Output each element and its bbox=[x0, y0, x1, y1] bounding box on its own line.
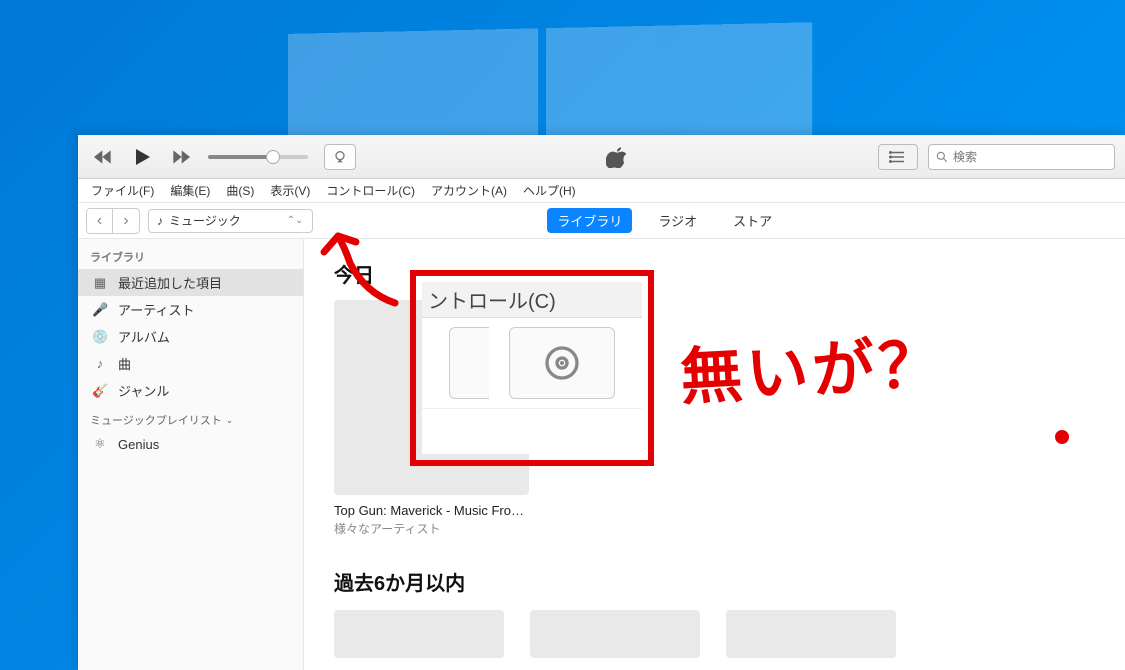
sidebar-item-albums[interactable]: 💿 アルバム bbox=[78, 323, 303, 350]
list-view-button[interactable] bbox=[878, 144, 918, 170]
annotation-dot bbox=[1055, 430, 1069, 444]
sidebar-item-artists[interactable]: 🎤 アーティスト bbox=[78, 296, 303, 323]
sidebar-item-label: Genius bbox=[118, 437, 159, 452]
album-artwork[interactable] bbox=[726, 610, 896, 658]
apple-logo-icon bbox=[356, 146, 878, 168]
next-track-button[interactable] bbox=[164, 143, 196, 171]
album-icon: 💿 bbox=[92, 329, 108, 345]
nav-row: ‹ › ♪ ミュージック ⌃⌄ ライブラリ ラジオ ストア bbox=[78, 203, 1125, 239]
player-bar bbox=[78, 135, 1125, 179]
annotation-menu-fragment: ントロール(C) bbox=[422, 282, 642, 318]
cd-icon bbox=[542, 343, 582, 383]
sidebar-item-label: 曲 bbox=[118, 354, 131, 373]
tab-radio[interactable]: ラジオ bbox=[648, 208, 707, 233]
album-artist: 様々なアーティスト bbox=[334, 520, 529, 537]
sidebar-item-genres[interactable]: 🎸 ジャンル bbox=[78, 377, 303, 404]
chevron-down-icon: ⌄ bbox=[226, 415, 234, 426]
source-selector[interactable]: ♪ ミュージック ⌃⌄ bbox=[148, 209, 313, 233]
microphone-icon: 🎤 bbox=[92, 302, 108, 318]
menu-account[interactable]: アカウント(A) bbox=[424, 180, 514, 201]
chevron-updown-icon: ⌃⌄ bbox=[287, 215, 304, 226]
grid-icon: ▦ bbox=[92, 275, 108, 291]
note-icon: ♪ bbox=[92, 356, 108, 371]
source-label: ミュージック bbox=[169, 212, 241, 229]
volume-slider[interactable] bbox=[208, 155, 308, 159]
menu-edit[interactable]: 編集(E) bbox=[163, 180, 217, 201]
menu-song[interactable]: 曲(S) bbox=[219, 180, 261, 201]
play-button[interactable] bbox=[126, 143, 158, 171]
menu-view[interactable]: 表示(V) bbox=[263, 180, 317, 201]
guitar-icon: 🎸 bbox=[92, 383, 108, 399]
search-input[interactable] bbox=[953, 150, 1108, 164]
sidebar-item-recent[interactable]: ▦ 最近追加した項目 bbox=[78, 269, 303, 296]
menu-file[interactable]: ファイル(F) bbox=[84, 180, 161, 201]
menu-bar: ファイル(F) 編集(E) 曲(S) 表示(V) コントロール(C) アカウント… bbox=[78, 179, 1125, 203]
sidebar-item-label: ジャンル bbox=[118, 381, 169, 400]
section-6mo-title: 過去6か月以内 bbox=[334, 567, 1095, 596]
sidebar-item-label: アルバム bbox=[118, 327, 170, 346]
nav-forward-button[interactable]: › bbox=[113, 209, 139, 233]
nav-back-button[interactable]: ‹ bbox=[87, 209, 113, 233]
genius-icon: ⚛ bbox=[92, 436, 108, 452]
menu-help[interactable]: ヘルプ(H) bbox=[516, 180, 583, 201]
sidebar-playlists-header[interactable]: ミュージックプレイリスト ⌄ bbox=[78, 404, 303, 432]
album-title: Top Gun: Maverick - Music Fro… bbox=[334, 503, 529, 518]
tab-library[interactable]: ライブラリ bbox=[547, 208, 632, 233]
sidebar-item-label: 最近追加した項目 bbox=[118, 273, 222, 292]
search-box[interactable] bbox=[928, 144, 1115, 170]
airplay-button[interactable] bbox=[324, 144, 356, 170]
annotation-red-box: ントロール(C) bbox=[410, 270, 654, 466]
annotation-cd-button bbox=[509, 327, 615, 399]
sidebar-item-songs[interactable]: ♪ 曲 bbox=[78, 350, 303, 377]
annotation-arrow-icon bbox=[310, 218, 420, 318]
music-note-icon: ♪ bbox=[157, 214, 163, 228]
sidebar: ライブラリ ▦ 最近追加した項目 🎤 アーティスト 💿 アルバム ♪ 曲 🎸 ジ… bbox=[78, 239, 304, 670]
sidebar-library-header: ライブラリ bbox=[78, 245, 303, 269]
sidebar-item-genius[interactable]: ⚛ Genius bbox=[78, 432, 303, 456]
annotation-handwritten-text: 無いが？ bbox=[678, 313, 946, 417]
album-artwork[interactable] bbox=[334, 610, 504, 658]
search-icon bbox=[935, 150, 949, 164]
sidebar-item-label: アーティスト bbox=[118, 300, 194, 319]
menu-control[interactable]: コントロール(C) bbox=[319, 180, 422, 201]
tab-store[interactable]: ストア bbox=[723, 208, 782, 233]
previous-track-button[interactable] bbox=[88, 143, 120, 171]
album-artwork[interactable] bbox=[530, 610, 700, 658]
annotation-button-fragment bbox=[449, 327, 489, 399]
